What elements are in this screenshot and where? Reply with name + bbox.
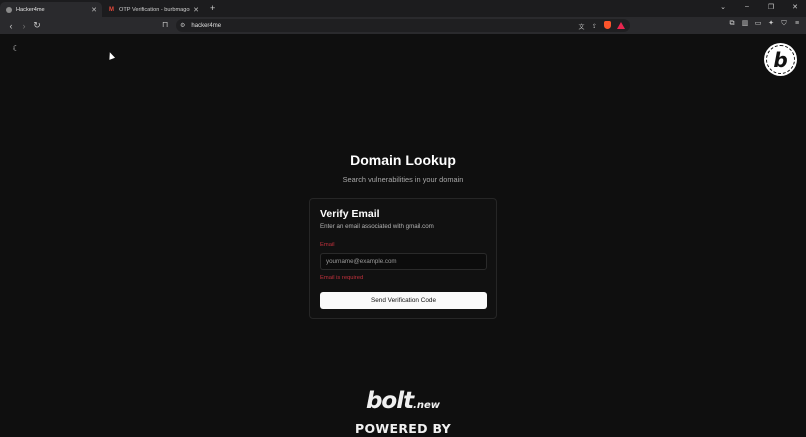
minimize-button[interactable]: –: [742, 3, 752, 11]
gmail-icon: M: [109, 6, 114, 13]
translate-icon[interactable]: 文: [578, 22, 585, 31]
address-bar[interactable]: ⚙ hacker4me 文 ⇪: [176, 19, 630, 32]
tab-title: Hacker4me: [16, 6, 45, 13]
card-description: Enter an email associated with gmail.com: [320, 223, 434, 230]
sidebar-icon[interactable]: ▥: [741, 20, 749, 28]
url-text: hacker4me: [191, 22, 222, 29]
card-title: Verify Email: [320, 208, 380, 220]
vpn-icon[interactable]: ⛉: [780, 20, 788, 28]
extension-icons: ⧉ ▥ ▭ ✦ ⛉ ≡: [728, 20, 801, 28]
restore-button[interactable]: ❐: [766, 3, 776, 11]
powered-by-label: POWERED BY: [355, 421, 451, 436]
bolt-logo: bolt.new: [365, 388, 441, 414]
powered-by-bolt[interactable]: bolt.new POWERED BY: [0, 389, 806, 436]
back-icon[interactable]: ‹: [5, 20, 17, 32]
share-icon[interactable]: ⇪: [591, 23, 598, 30]
new-tab-button[interactable]: +: [210, 4, 215, 13]
tab-hacker4me[interactable]: Hacker4me ✕: [0, 2, 102, 17]
forward-icon[interactable]: ›: [18, 20, 30, 32]
send-verification-code-button[interactable]: Send Verification Code: [320, 292, 487, 309]
verify-email-card: Verify Email Enter an email associated w…: [309, 198, 497, 319]
menu-icon[interactable]: ≡: [793, 20, 801, 28]
page-subtitle: Search vulnerabilities in your domain: [342, 175, 464, 184]
email-error-message: Email is required: [320, 275, 364, 281]
extensions-icon[interactable]: ⧉: [728, 20, 736, 28]
close-tab-icon[interactable]: ✕: [91, 6, 97, 14]
email-label: Email: [320, 242, 335, 248]
brave-shields-icon[interactable]: [604, 21, 611, 31]
tab-search-icon[interactable]: ⌄: [718, 3, 728, 11]
close-tab-icon[interactable]: ✕: [193, 6, 199, 14]
mouse-cursor: [106, 51, 116, 60]
wallet-icon[interactable]: ▭: [754, 20, 762, 28]
bolt-badge-icon[interactable]: b: [764, 43, 797, 76]
page-content: ☾ b Domain Lookup Search vulnerabilities…: [0, 34, 806, 437]
reload-icon[interactable]: ↻: [31, 20, 43, 32]
tab-title: OTP Verification - burbmagomez@gm: [119, 6, 190, 13]
page-title: Domain Lookup: [350, 152, 456, 168]
site-settings-icon[interactable]: ⚙: [180, 22, 185, 29]
tab-otp-verification[interactable]: M OTP Verification - burbmagomez@gm ✕: [102, 2, 204, 17]
moon-icon[interactable]: ☾: [11, 44, 21, 54]
leo-ai-icon[interactable]: ✦: [767, 20, 775, 28]
address-bar-actions: 文 ⇪: [578, 21, 625, 31]
window-controls: ⌄ – ❐ ✕: [718, 3, 800, 11]
close-window-button[interactable]: ✕: [790, 3, 800, 11]
globe-icon: [6, 6, 12, 13]
browser-toolbar: ‹ › ↻ ⊓ ⚙ hacker4me 文 ⇪ ⧉ ▥ ▭ ✦ ⛉ ≡: [0, 17, 806, 34]
brave-rewards-icon[interactable]: [617, 21, 625, 31]
bookmark-icon[interactable]: ⊓: [162, 20, 168, 29]
browser-tab-bar: Hacker4me ✕ M OTP Verification - burbmag…: [0, 0, 806, 17]
email-input[interactable]: [320, 253, 487, 270]
